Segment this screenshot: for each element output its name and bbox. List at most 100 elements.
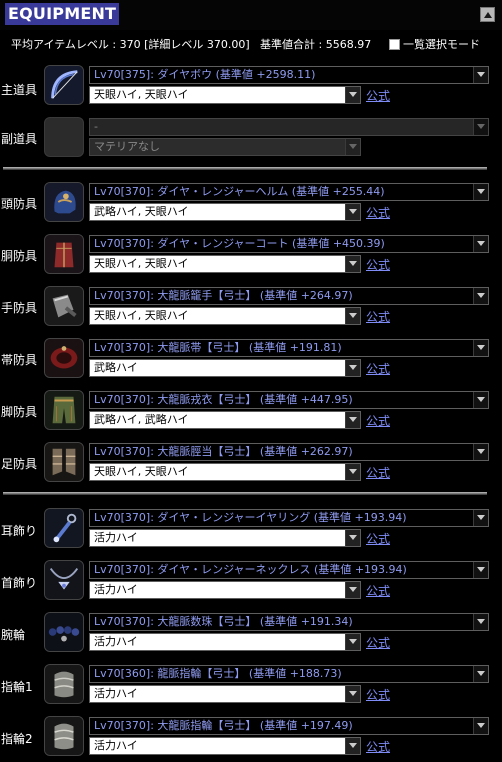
helm-icon[interactable] bbox=[44, 182, 84, 222]
list-select-mode-checkbox[interactable] bbox=[389, 39, 400, 50]
slot-label: 脚防具 bbox=[1, 405, 38, 419]
slot-row-ring-2: 指輪2 Lv70[370]: 大龍脈指輪【弓士】 (基準値 +197.49) 活… bbox=[0, 715, 502, 762]
item-select[interactable]: Lv70[370]: 大龍脈帯【弓士】 (基準値 +191.81) bbox=[89, 339, 489, 357]
average-item-level: 平均アイテムレベル : 370 [詳細レベル 370.00] bbox=[11, 38, 250, 51]
item-select[interactable]: Lv70[370]: ダイヤ・レンジャーコート (基準値 +450.39) bbox=[89, 235, 489, 253]
chevron-down-icon bbox=[473, 614, 488, 630]
slot-row-hands: 手防具 Lv70[370]: 大龍脈籠手【弓士】 (基準値 +264.97) 天… bbox=[0, 285, 502, 335]
chevron-down-icon bbox=[473, 184, 488, 200]
materia-select[interactable]: 武略ハイ bbox=[89, 359, 361, 377]
slot-row-feet: 足防具 Lv70[370]: 大龍脈脛当【弓士】 (基準値 +262.97) 天… bbox=[0, 441, 502, 491]
official-link[interactable]: 公式 bbox=[366, 308, 390, 325]
slot-row-waist: 帯防具 Lv70[370]: 大龍脈帯【弓士】 (基準値 +191.81) 武略… bbox=[0, 337, 502, 387]
chevron-down-icon bbox=[345, 634, 360, 650]
ring-icon[interactable] bbox=[44, 664, 84, 704]
belt-icon[interactable] bbox=[44, 338, 84, 378]
materia-select[interactable]: 天眼ハイ, 天眼ハイ bbox=[89, 86, 361, 104]
bracelet-icon[interactable] bbox=[44, 612, 84, 652]
slot-label: 手防具 bbox=[1, 301, 38, 315]
chevron-down-icon bbox=[473, 340, 488, 356]
ring-icon[interactable] bbox=[44, 716, 84, 756]
chevron-down-icon bbox=[345, 204, 360, 220]
panel-header: EQUIPMENT bbox=[0, 0, 502, 30]
slot-label: 首飾り bbox=[1, 576, 38, 590]
materia-select[interactable]: マテリアなし bbox=[89, 138, 361, 156]
slot-row-ring-1: 指輪1 Lv70[360]: 龍脈指輪【弓士】 (基準値 +188.73) 活力… bbox=[0, 663, 502, 713]
chevron-down-icon bbox=[345, 464, 360, 480]
slot-label: 足防具 bbox=[1, 457, 38, 471]
slot-label: 腕輪 bbox=[1, 628, 26, 642]
collapse-button[interactable] bbox=[480, 7, 495, 22]
gloves-icon[interactable] bbox=[44, 286, 84, 326]
official-link[interactable]: 公式 bbox=[366, 530, 390, 547]
chevron-down-icon bbox=[345, 308, 360, 324]
slot-label: 主道具 bbox=[1, 83, 38, 97]
slot-row-wrist: 腕輪 Lv70[370]: 大龍脈数珠【弓士】 (基準値 +191.34) 活力… bbox=[0, 611, 502, 661]
chevron-down-icon bbox=[345, 738, 360, 754]
item-select[interactable]: Lv70[370]: ダイヤ・レンジャーネックレス (基準値 +193.94) bbox=[89, 561, 489, 579]
chevron-down-icon bbox=[473, 444, 488, 460]
materia-select[interactable]: 活力ハイ bbox=[89, 529, 361, 547]
chevron-down-icon bbox=[473, 67, 488, 83]
list-select-mode-label: 一覧選択モード bbox=[403, 38, 480, 51]
official-link[interactable]: 公式 bbox=[366, 204, 390, 221]
materia-select[interactable]: 天眼ハイ, 天眼ハイ bbox=[89, 307, 361, 325]
item-select[interactable]: Lv70[370]: 大龍脈戎衣【弓士】 (基準値 +447.95) bbox=[89, 391, 489, 409]
slot-label: 帯防具 bbox=[1, 353, 38, 367]
official-link[interactable]: 公式 bbox=[366, 256, 390, 273]
item-select[interactable]: Lv70[370]: ダイヤ・レンジャーイヤリング (基準値 +193.94) bbox=[89, 509, 489, 527]
slot-label: 頭防具 bbox=[1, 197, 38, 211]
item-select[interactable]: Lv70[360]: 龍脈指輪【弓士】 (基準値 +188.73) bbox=[89, 665, 489, 683]
slot-row-off-hand: 副道具 - マテリアなし bbox=[0, 116, 502, 166]
chevron-down-icon bbox=[345, 686, 360, 702]
item-select[interactable]: Lv70[370]: 大龍脈数珠【弓士】 (基準値 +191.34) bbox=[89, 613, 489, 631]
chevron-down-icon bbox=[473, 666, 488, 682]
official-link[interactable]: 公式 bbox=[366, 360, 390, 377]
official-link[interactable]: 公式 bbox=[366, 738, 390, 755]
slot-label: 胴防具 bbox=[1, 249, 38, 263]
materia-select[interactable]: 天眼ハイ, 天眼ハイ bbox=[89, 255, 361, 273]
materia-select[interactable]: 武略ハイ, 武略ハイ bbox=[89, 411, 361, 429]
necklace-icon[interactable] bbox=[44, 560, 84, 600]
materia-select[interactable]: 活力ハイ bbox=[89, 737, 361, 755]
official-link[interactable]: 公式 bbox=[366, 634, 390, 651]
slot-label: 副道具 bbox=[1, 132, 38, 146]
chevron-down-icon bbox=[345, 530, 360, 546]
item-select[interactable]: Lv70[370]: 大龍脈脛当【弓士】 (基準値 +262.97) bbox=[89, 443, 489, 461]
materia-select[interactable]: 武略ハイ, 天眼ハイ bbox=[89, 203, 361, 221]
official-link[interactable]: 公式 bbox=[366, 464, 390, 481]
item-select[interactable]: Lv70[370]: ダイヤ・レンジャーヘルム (基準値 +255.44) bbox=[89, 183, 489, 201]
pants-icon[interactable] bbox=[44, 390, 84, 430]
chevron-down-icon bbox=[345, 256, 360, 272]
page-title: EQUIPMENT bbox=[5, 3, 120, 25]
materia-select[interactable]: 天眼ハイ, 天眼ハイ bbox=[89, 463, 361, 481]
chevron-down-icon bbox=[473, 562, 488, 578]
chevron-down-icon bbox=[345, 360, 360, 376]
item-select[interactable]: Lv70[370]: 大龍脈籠手【弓士】 (基準値 +264.97) bbox=[89, 287, 489, 305]
slot-row-main-weapon: 主道具 Lv70[375]: ダイヤボウ (基準値 +2598.11) 天眼ハイ… bbox=[0, 64, 502, 114]
slot-row-ears: 耳飾り Lv70[370]: ダイヤ・レンジャーイヤリング (基準値 +193.… bbox=[0, 507, 502, 557]
slot-label: 耳飾り bbox=[1, 524, 38, 538]
boots-icon[interactable] bbox=[44, 442, 84, 482]
materia-select[interactable]: 活力ハイ bbox=[89, 633, 361, 651]
official-link[interactable]: 公式 bbox=[366, 686, 390, 703]
item-select[interactable]: Lv70[375]: ダイヤボウ (基準値 +2598.11) bbox=[89, 66, 489, 84]
chevron-down-icon bbox=[345, 87, 360, 103]
official-link[interactable]: 公式 bbox=[366, 582, 390, 599]
chevron-down-icon bbox=[473, 392, 488, 408]
slot-row-head: 頭防具 Lv70[370]: ダイヤ・レンジャーヘルム (基準値 +255.44… bbox=[0, 181, 502, 231]
chevron-down-icon bbox=[473, 236, 488, 252]
chevron-down-icon bbox=[345, 139, 360, 155]
slot-row-neck: 首飾り Lv70[370]: ダイヤ・レンジャーネックレス (基準値 +193.… bbox=[0, 559, 502, 609]
official-link[interactable]: 公式 bbox=[366, 412, 390, 429]
official-link[interactable]: 公式 bbox=[366, 87, 390, 104]
chevron-down-icon bbox=[345, 412, 360, 428]
earring-icon[interactable] bbox=[44, 508, 84, 548]
empty-slot-icon[interactable] bbox=[44, 117, 84, 157]
materia-select[interactable]: 活力ハイ bbox=[89, 685, 361, 703]
bow-icon[interactable] bbox=[44, 65, 84, 105]
item-select[interactable]: - bbox=[89, 118, 489, 136]
item-select[interactable]: Lv70[370]: 大龍脈指輪【弓士】 (基準値 +197.49) bbox=[89, 717, 489, 735]
materia-select[interactable]: 活力ハイ bbox=[89, 581, 361, 599]
coat-icon[interactable] bbox=[44, 234, 84, 274]
